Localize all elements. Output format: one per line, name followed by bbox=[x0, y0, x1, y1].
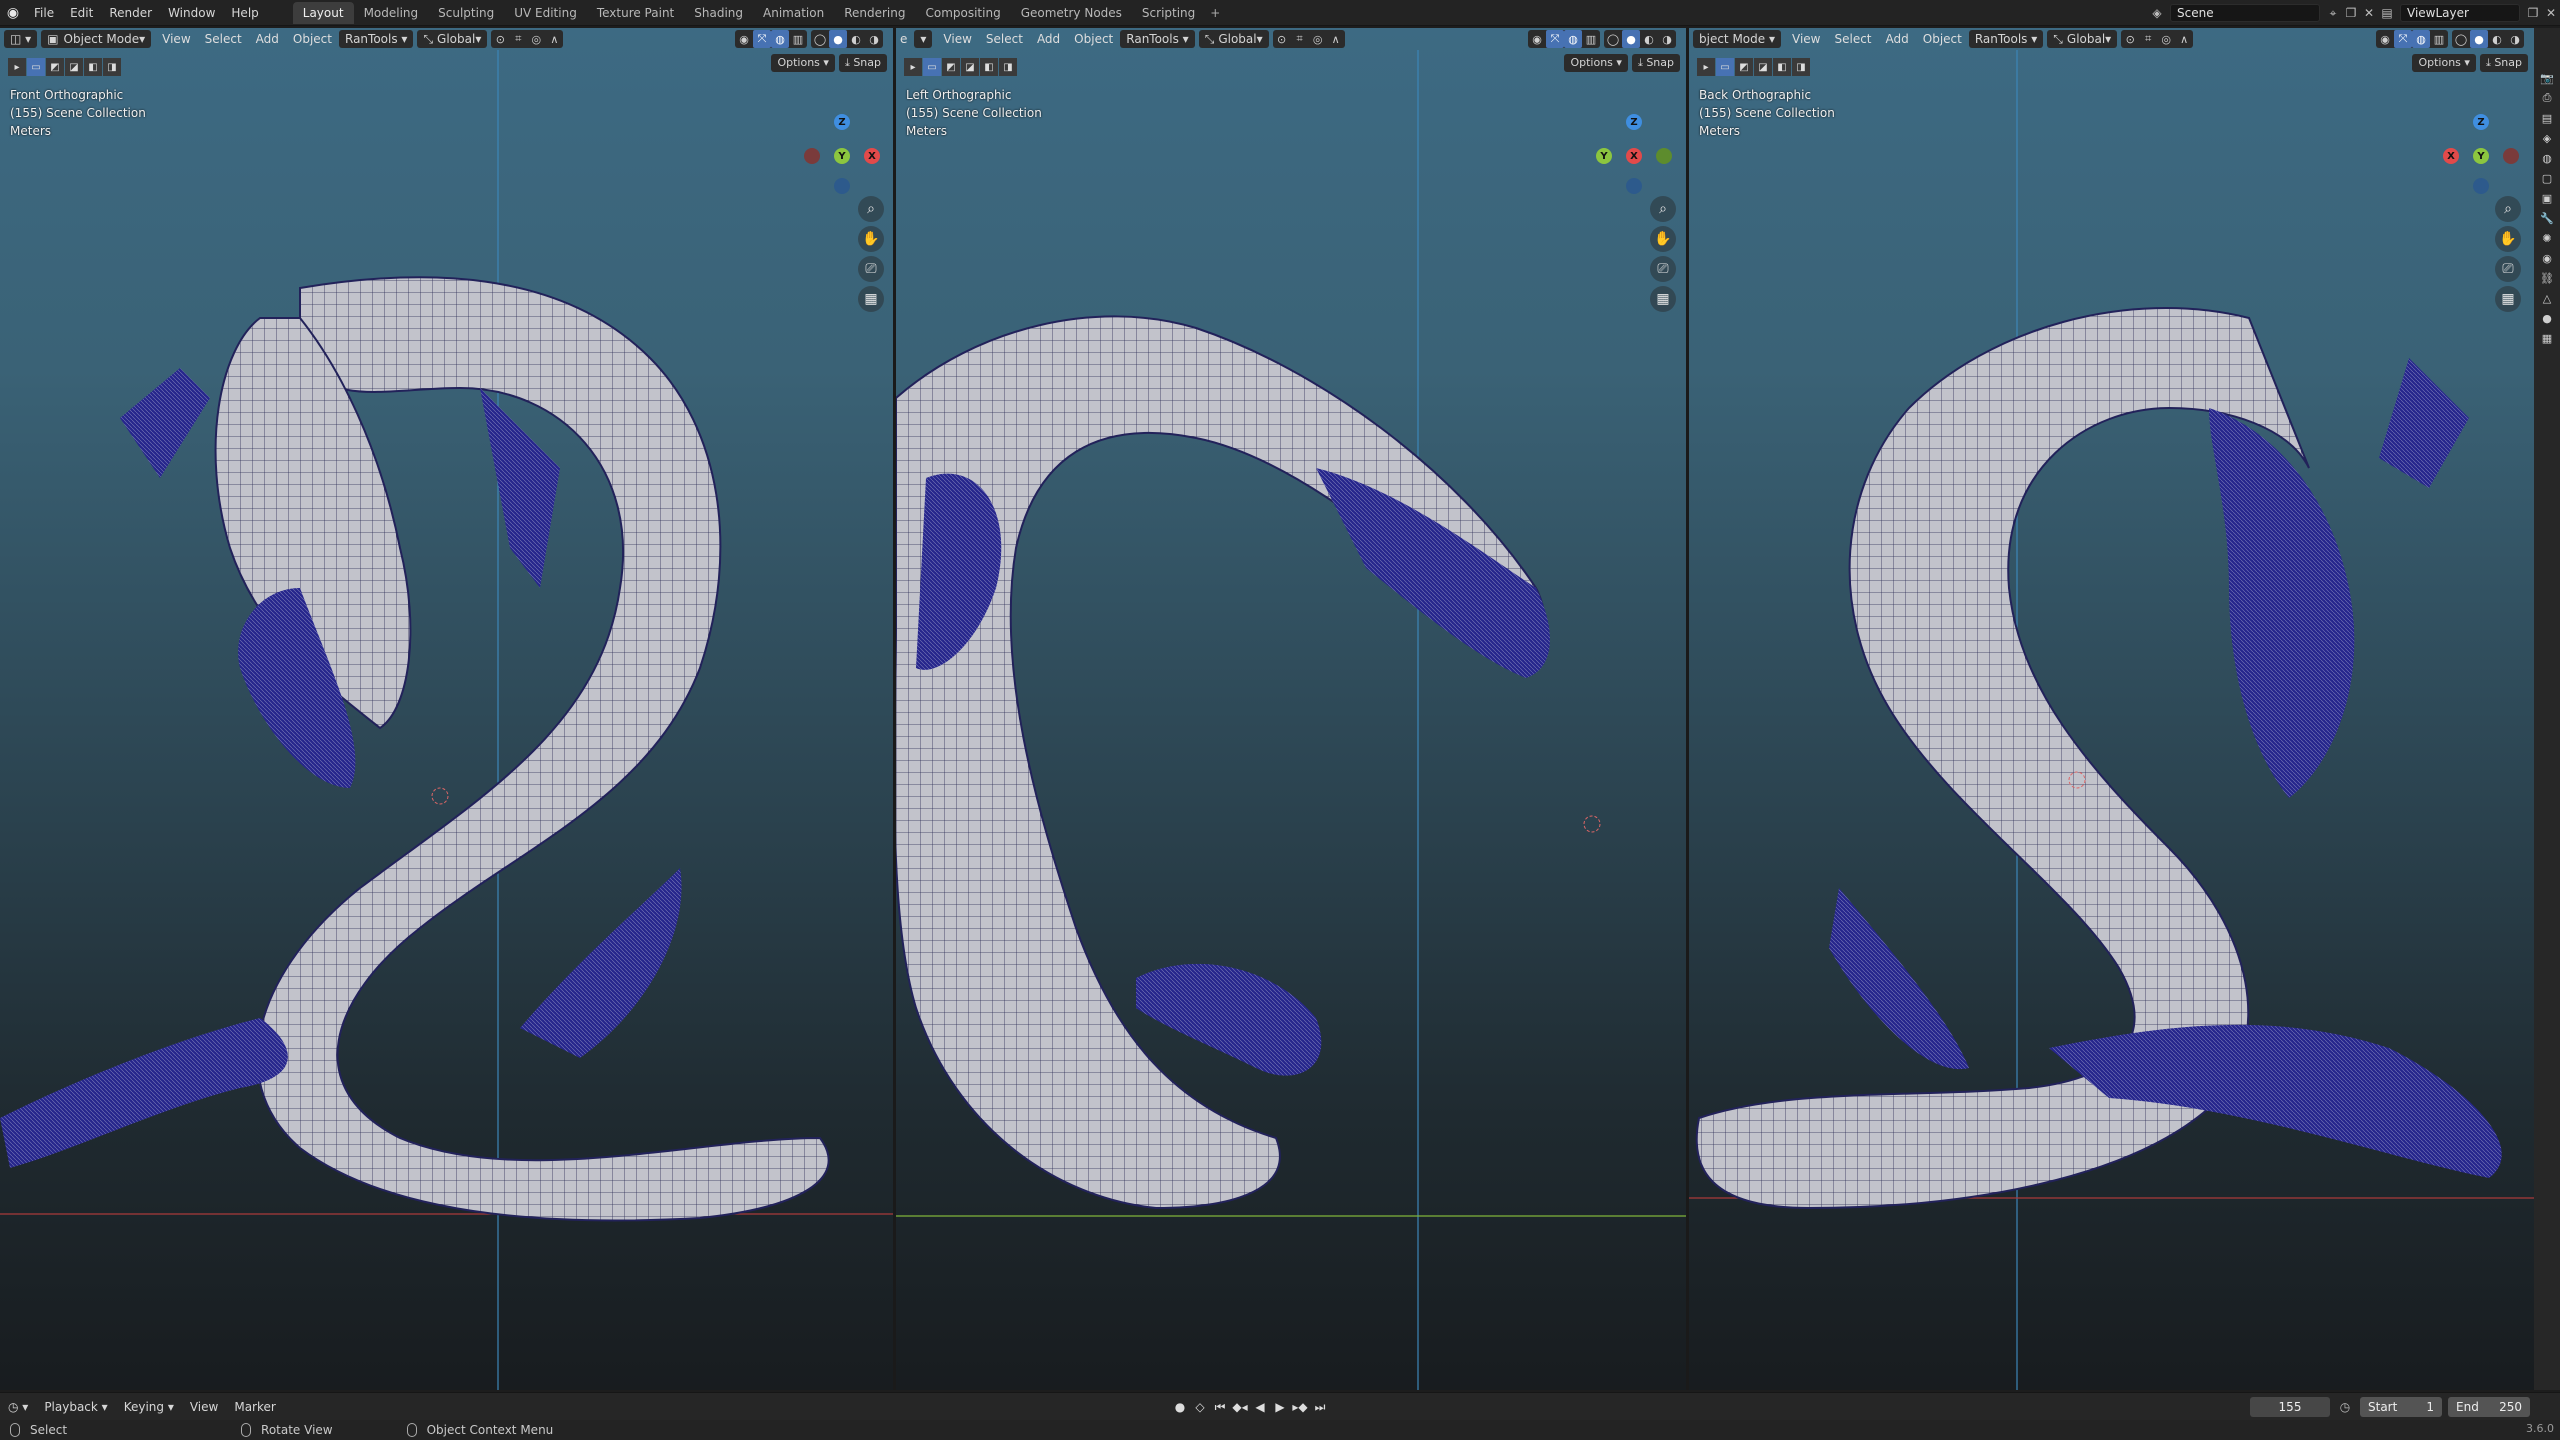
render-properties-icon[interactable]: 📷 bbox=[2537, 68, 2557, 88]
status-context: Object Context Menu bbox=[397, 1423, 554, 1437]
start-value: 1 bbox=[2426, 1400, 2434, 1414]
playback-controls: ● ◇ ⏮ ◆◂ ◀ ▶ ▸◆ ⏭ bbox=[1170, 1397, 1330, 1417]
end-label: End bbox=[2456, 1400, 2479, 1414]
collection-properties-icon[interactable]: ▢ bbox=[2537, 168, 2557, 188]
world-properties-icon[interactable]: ◍ bbox=[2537, 148, 2557, 168]
tab-modeling[interactable]: Modeling bbox=[354, 2, 429, 24]
output-properties-icon[interactable]: ⎙ bbox=[2537, 88, 2557, 108]
menu-render[interactable]: Render bbox=[101, 0, 160, 26]
data-properties-icon[interactable]: △ bbox=[2537, 288, 2557, 308]
tab-compositing[interactable]: Compositing bbox=[915, 2, 1010, 24]
menu-playback[interactable]: Playback ▾ bbox=[36, 1400, 115, 1414]
top-right-controls: ◈ Scene ⌖ ❐ ✕ ▤ ViewLayer ❐ ✕ bbox=[2148, 0, 2560, 26]
menu-file[interactable]: File bbox=[26, 0, 62, 26]
modifier-properties-icon[interactable]: 🔧 bbox=[2537, 208, 2557, 228]
jump-end-icon[interactable]: ⏭ bbox=[1310, 1397, 1330, 1417]
viewport-back[interactable]: bject Mode ▾ View Select Add Object RanT… bbox=[1689, 28, 2534, 1390]
constraints-properties-icon[interactable]: ⛓ bbox=[2537, 268, 2557, 288]
dragon-claw-left-front bbox=[0, 1018, 288, 1168]
keyframe-type-icon[interactable]: ◇ bbox=[1190, 1397, 1210, 1417]
status-rotate-label: Rotate View bbox=[261, 1423, 333, 1437]
dragon-mesh-back[interactable] bbox=[1689, 28, 2534, 1390]
scene-selector[interactable]: Scene bbox=[2170, 4, 2320, 22]
dragon-fin-front bbox=[520, 868, 682, 1058]
view-layer-properties-icon[interactable]: ▤ bbox=[2537, 108, 2557, 128]
playback-label: Playback bbox=[44, 1399, 98, 1414]
play-icon[interactable]: ▶ bbox=[1270, 1397, 1290, 1417]
dragon-fin-back bbox=[1829, 888, 1969, 1070]
current-frame-field[interactable]: 155 bbox=[2250, 1397, 2330, 1417]
start-label: Start bbox=[2368, 1400, 2398, 1414]
frame-range: 155 ◷ Start 1 End 250 bbox=[2244, 1397, 2530, 1417]
keying-label: Keying bbox=[123, 1399, 165, 1414]
tab-scripting[interactable]: Scripting bbox=[1132, 2, 1205, 24]
dragon-mesh-front[interactable] bbox=[0, 28, 893, 1390]
dragon-mesh-left[interactable] bbox=[896, 28, 1686, 1390]
tab-animation[interactable]: Animation bbox=[753, 2, 834, 24]
prev-keyframe-icon[interactable]: ◆◂ bbox=[1230, 1397, 1250, 1417]
end-value: 250 bbox=[2499, 1400, 2522, 1414]
end-frame-field[interactable]: End 250 bbox=[2448, 1397, 2530, 1417]
dragon-leg-left bbox=[1136, 963, 1322, 1076]
tab-rendering[interactable]: Rendering bbox=[834, 2, 915, 24]
close-scene-icon[interactable]: ✕ bbox=[2360, 4, 2378, 22]
menu-edit[interactable]: Edit bbox=[62, 0, 101, 26]
status-select-label: Select bbox=[30, 1423, 68, 1437]
physics-properties-icon[interactable]: ◉ bbox=[2537, 248, 2557, 268]
copy-view-layer-icon[interactable]: ❐ bbox=[2524, 4, 2542, 22]
object-properties-icon[interactable]: ▣ bbox=[2537, 188, 2557, 208]
texture-properties-icon[interactable]: ▦ bbox=[2537, 328, 2557, 348]
status-bar: Select Rotate View Object Context Menu 3… bbox=[0, 1420, 2560, 1440]
status-rotate: Rotate View bbox=[231, 1423, 333, 1437]
menu-help[interactable]: Help bbox=[223, 0, 266, 26]
copy-scene-icon[interactable]: ❐ bbox=[2342, 4, 2360, 22]
version-label: 3.6.0 bbox=[2526, 1422, 2554, 1435]
clock-icon[interactable]: ◷ bbox=[2336, 1398, 2354, 1416]
dragon-horn-back bbox=[2379, 358, 2469, 488]
dragon-head-back bbox=[2209, 408, 2355, 798]
menu-window[interactable]: Window bbox=[160, 0, 223, 26]
tab-geometry-nodes[interactable]: Geometry Nodes bbox=[1011, 2, 1132, 24]
tab-uv-editing[interactable]: UV Editing bbox=[504, 2, 587, 24]
view-layer-icon[interactable]: ▤ bbox=[2378, 4, 2396, 22]
timeline-header: ◷ ▾ Playback ▾ Keying ▾ View Marker ● ◇ … bbox=[0, 1392, 2560, 1420]
view-layer-selector[interactable]: ViewLayer bbox=[2400, 4, 2520, 22]
mouse-left-icon bbox=[10, 1423, 20, 1437]
timeline-editor-icon[interactable]: ◷ ▾ bbox=[0, 1400, 36, 1414]
play-reverse-icon[interactable]: ◀ bbox=[1250, 1397, 1270, 1417]
add-workspace-button[interactable]: + bbox=[1205, 2, 1225, 24]
jump-start-icon[interactable]: ⏮ bbox=[1210, 1397, 1230, 1417]
status-context-label: Object Context Menu bbox=[426, 1423, 554, 1437]
tab-shading[interactable]: Shading bbox=[684, 2, 753, 24]
menu-timeline-view[interactable]: View bbox=[182, 1400, 226, 1414]
status-select: Select bbox=[0, 1423, 67, 1437]
blender-logo-icon[interactable]: ◉ bbox=[0, 0, 26, 26]
3d-cursor-left[interactable] bbox=[1583, 815, 1601, 833]
workspace-tabs: Layout Modeling Sculpting UV Editing Tex… bbox=[292, 1, 1226, 24]
menu-marker[interactable]: Marker bbox=[226, 1400, 283, 1414]
mouse-right-icon bbox=[406, 1423, 417, 1437]
autokey-icon[interactable]: ● bbox=[1170, 1397, 1190, 1417]
dragon-body-left bbox=[896, 315, 1545, 1210]
tab-layout[interactable]: Layout bbox=[292, 1, 354, 24]
next-keyframe-icon[interactable]: ▸◆ bbox=[1290, 1397, 1310, 1417]
tab-sculpting[interactable]: Sculpting bbox=[428, 2, 504, 24]
viewport-left[interactable]: e ▾ View Select Add Object RanTools ▾ ⤡ … bbox=[896, 28, 1686, 1390]
scene-icon[interactable]: ◈ bbox=[2148, 4, 2166, 22]
close-view-layer-icon[interactable]: ✕ bbox=[2542, 4, 2560, 22]
3d-cursor-front[interactable] bbox=[431, 787, 449, 805]
pin-icon[interactable]: ⌖ bbox=[2324, 4, 2342, 22]
tab-texture-paint[interactable]: Texture Paint bbox=[587, 2, 684, 24]
particles-properties-icon[interactable]: ✺ bbox=[2537, 228, 2557, 248]
mouse-middle-icon bbox=[241, 1423, 252, 1437]
properties-tab-strip: 📷 ⎙ ▤ ◈ ◍ ▢ ▣ 🔧 ✺ ◉ ⛓ △ ● ▦ bbox=[2534, 28, 2560, 1390]
scene-properties-icon[interactable]: ◈ bbox=[2537, 128, 2557, 148]
material-properties-icon[interactable]: ● bbox=[2537, 308, 2557, 328]
viewport-front[interactable]: ◫ ▾ ▣ Object Mode ▾ View Select Add Obje… bbox=[0, 28, 893, 1390]
menu-keying[interactable]: Keying ▾ bbox=[116, 1400, 182, 1414]
start-frame-field[interactable]: Start 1 bbox=[2360, 1397, 2442, 1417]
top-bar: ◉ File Edit Render Window Help Layout Mo… bbox=[0, 0, 2560, 26]
